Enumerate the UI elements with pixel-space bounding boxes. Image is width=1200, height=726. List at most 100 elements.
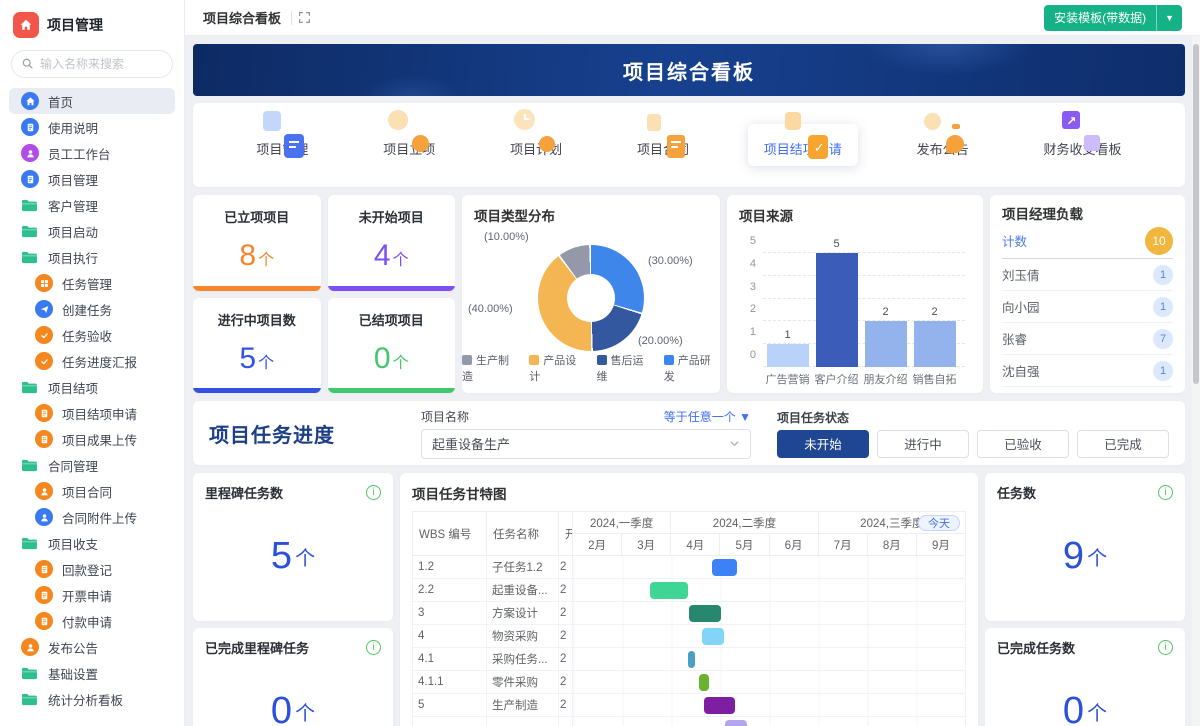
sidebar-item-project-closeout[interactable]: 项目结项 <box>9 374 175 400</box>
gantt-row: 5生产制造2 <box>413 694 966 717</box>
gantt-bar[interactable] <box>688 651 696 668</box>
sidebar-item-create-task[interactable]: 创建任务 <box>9 296 175 322</box>
gantt-task-name-cell: 起重设备... <box>487 579 559 602</box>
gantt-bar[interactable] <box>702 628 724 645</box>
folder-icon <box>21 458 39 473</box>
gantt-timeline-cell <box>573 602 966 625</box>
quick-nav-project-plan[interactable]: 项目计划 <box>494 124 578 166</box>
sidebar-item-publish-announcement[interactable]: 发布公告 <box>9 634 175 660</box>
sidebar-item-contract-management[interactable]: 合同管理 <box>9 452 175 478</box>
info-icon[interactable]: i <box>1158 485 1173 500</box>
status-button-进行中[interactable]: 进行中 <box>877 430 969 458</box>
gantt-bar[interactable] <box>699 674 709 691</box>
y-axis-tick: 2 <box>750 303 756 315</box>
sidebar-item-home[interactable]: 首页 <box>9 88 175 114</box>
sidebar-item-deliverable-upload[interactable]: 项目成果上传 <box>9 426 175 452</box>
sidebar-item-staff-workspace[interactable]: 员工工作台 <box>9 140 175 166</box>
scrollbar[interactable] <box>1192 36 1200 726</box>
status-button-已验收[interactable]: 已验收 <box>977 430 1069 458</box>
sidebar-item-project-kickoff[interactable]: 项目启动 <box>9 218 175 244</box>
gantt-bar[interactable] <box>704 697 735 714</box>
sidebar-item-analytics-dashboard[interactable]: 统计分析看板 <box>9 686 175 712</box>
manager-load-row: 计数 10 <box>1002 223 1173 259</box>
gantt-column-header: 开始时间 <box>559 512 573 556</box>
project-source-chart-card: 项目来源 0123451广告营销5客户介绍2朋友介绍2销售自拓 <box>727 195 983 393</box>
project-type-chart-card: 项目类型分布 (30.00%)(20.00%)(40.00%)(10.00%) … <box>462 195 720 393</box>
app-logo-row: 项目管理 <box>9 10 175 48</box>
gantt-timeline-cell <box>573 579 966 602</box>
check-icon <box>35 352 53 370</box>
install-template-button[interactable]: 安装模板(带数据) ▼ <box>1044 5 1182 31</box>
quick-nav-project-initiation[interactable]: 项目立项 <box>367 124 451 166</box>
doc-icon <box>35 404 53 422</box>
sidebar-item-payment-request[interactable]: 付款申请 <box>9 608 175 634</box>
chevron-down-icon[interactable]: ▼ <box>1156 5 1182 31</box>
user-icon <box>21 638 39 656</box>
metric-title: 任务数 <box>997 483 1036 502</box>
manager-name: 刘玉倩 <box>1002 265 1040 284</box>
sidebar-item-customer-management[interactable]: 客户管理 <box>9 192 175 218</box>
project-select[interactable]: 起重设备生产 <box>421 429 751 459</box>
gantt-wbs-cell: 3 <box>413 602 487 625</box>
sidebar-item-invoice-request[interactable]: 开票申请 <box>9 582 175 608</box>
gantt-start-cell: 2 <box>559 579 573 602</box>
gantt-month-header: 8月 <box>867 534 916 556</box>
today-button[interactable]: 今天 <box>918 515 960 531</box>
sidebar-item-payment-registration[interactable]: 回款登记 <box>9 556 175 582</box>
gantt-wbs-cell <box>413 717 487 726</box>
y-axis-tick: 3 <box>750 281 756 293</box>
metric-card-milestone-task-count: 里程碑任务数 i 5个 <box>193 473 393 621</box>
quick-nav-finance-dashboard[interactable]: ↗财务收支看板 <box>1027 124 1137 166</box>
quick-nav-closeout-request[interactable]: ✓项目结项申请 <box>748 124 858 166</box>
gantt-timeline-cell <box>573 694 966 717</box>
manager-name: 张睿 <box>1002 329 1027 348</box>
fullscreen-icon[interactable] <box>298 11 311 24</box>
doc-icon <box>21 170 39 188</box>
sidebar-item-basic-settings[interactable]: 基础设置 <box>9 660 175 686</box>
task-progress-filter-card: 项目任务进度 项目名称 等于任意一个 ▼ 起重设备生产 项目任务状态 未开始进行… <box>193 401 1185 465</box>
sidebar-item-project-execution[interactable]: 项目执行 <box>9 244 175 270</box>
sidebar-item-label: 付款申请 <box>62 612 112 631</box>
panel-title: 项目经理负载 <box>1002 203 1173 223</box>
quick-nav-publish-announcement[interactable]: 发布公告 <box>901 124 985 166</box>
search-input[interactable] <box>11 50 173 78</box>
folder-icon <box>21 224 39 239</box>
gantt-bar[interactable] <box>650 582 688 599</box>
sidebar-item-closeout-request[interactable]: 项目结项申请 <box>9 400 175 426</box>
status-button-已完成[interactable]: 已完成 <box>1077 430 1169 458</box>
task-panel-row: 里程碑任务数 i 5个 已完成里程碑任务 i 0个 项目任务甘特图 WBS 编号… <box>193 473 1185 726</box>
sidebar-item-task-progress-report[interactable]: 任务进度汇报 <box>9 348 175 374</box>
sidebar-item-usage-guide[interactable]: 使用说明 <box>9 114 175 140</box>
stat-card-initiated-projects: 已立项项目 8个 <box>193 195 321 291</box>
sidebar-item-project-management[interactable]: 项目管理 <box>9 166 175 192</box>
manager-count-badge: 1 <box>1153 297 1173 317</box>
gantt-bar[interactable] <box>712 559 737 576</box>
info-icon[interactable]: i <box>366 485 381 500</box>
info-icon[interactable]: i <box>366 640 381 655</box>
gantt-task-name-cell: 物资采购 <box>487 625 559 648</box>
sidebar-item-project-contract[interactable]: 项目合同 <box>9 478 175 504</box>
gantt-task-name-cell: 方案设计 <box>487 602 559 625</box>
metric-title: 里程碑任务数 <box>205 483 283 502</box>
status-button-未开始[interactable]: 未开始 <box>777 430 869 458</box>
sidebar-item-label: 项目收支 <box>48 534 98 553</box>
scrollbar-thumb[interactable] <box>1193 44 1199 384</box>
dashboard-main: 项目综合看板 项目管理项目立项项目计划项目合同✓项目结项申请发布公告↗财务收支看… <box>185 36 1192 726</box>
match-mode-link[interactable]: 等于任意一个 ▼ <box>664 408 751 425</box>
stat-accent-bar <box>328 286 456 291</box>
quick-nav-project-management[interactable]: 项目管理 <box>240 124 324 166</box>
tab-dashboard[interactable]: 项目综合看板 <box>195 8 289 27</box>
bar-0 <box>767 344 809 367</box>
gantt-month-header: 7月 <box>818 534 867 556</box>
manager-load-row: 张睿 7 <box>1002 323 1173 355</box>
info-icon[interactable]: i <box>1158 640 1173 655</box>
sidebar-item-task-management[interactable]: 任务管理 <box>9 270 175 296</box>
gantt-bar[interactable] <box>725 720 747 726</box>
sidebar-item-label: 统计分析看板 <box>48 690 123 709</box>
quick-nav-project-contract[interactable]: 项目合同 <box>621 124 705 166</box>
app-title: 项目管理 <box>47 15 103 35</box>
sidebar-item-project-finance[interactable]: 项目收支 <box>9 530 175 556</box>
sidebar-item-task-acceptance[interactable]: 任务验收 <box>9 322 175 348</box>
gantt-bar[interactable] <box>689 605 722 622</box>
sidebar-item-contract-attachment-upload[interactable]: 合同附件上传 <box>9 504 175 530</box>
